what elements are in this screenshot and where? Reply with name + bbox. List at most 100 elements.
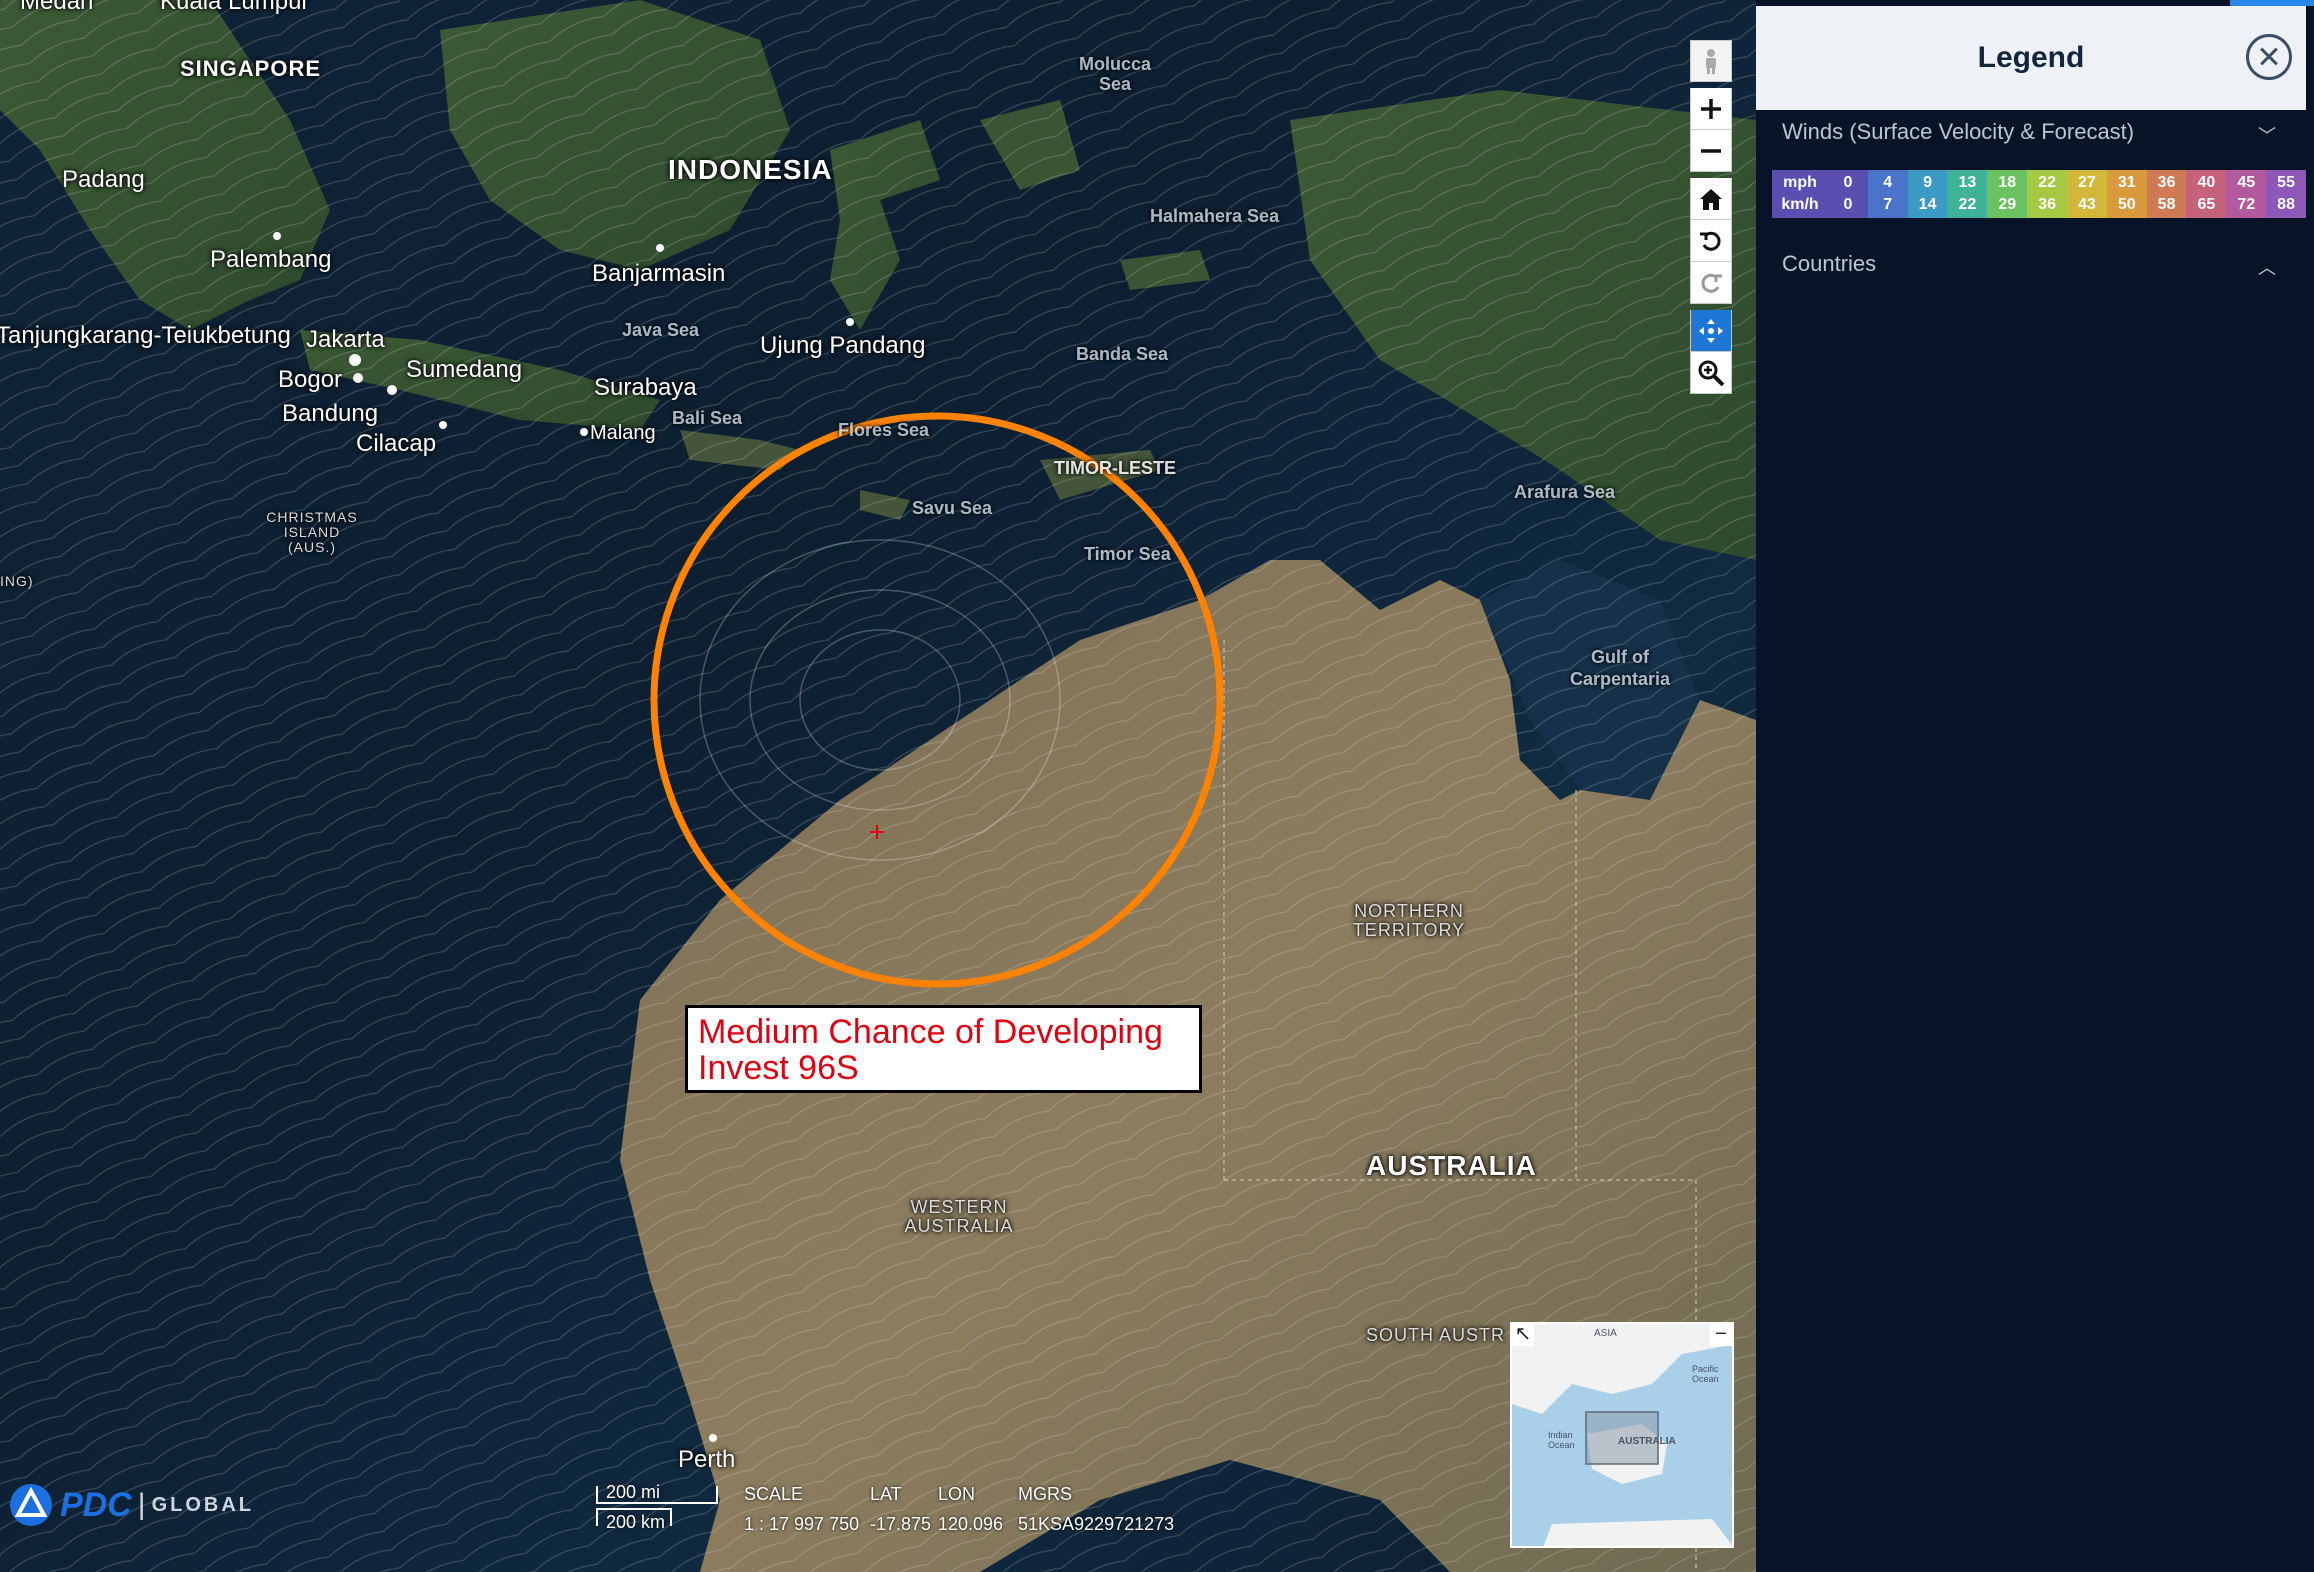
pdc-logo-icon	[10, 1484, 52, 1526]
wind-scale-step: 22 36	[2027, 170, 2067, 218]
minus-icon	[1701, 148, 1721, 153]
label-timor-sea: Timor Sea	[1084, 544, 1171, 564]
wind-scale-kmh-value: 7	[1883, 196, 1893, 213]
minimap-expand-button[interactable]: ↖	[1512, 1324, 1534, 1346]
plus-icon	[1701, 98, 1721, 119]
zoom-out-button[interactable]	[1690, 130, 1732, 172]
label-tanjungkarang: Tanjungkarang-Teiukbetung	[0, 322, 291, 349]
legend-section-winds[interactable]: Winds (Surface Velocity & Forecast) ﹀	[1756, 108, 2306, 156]
legend-title: Legend	[1977, 41, 2085, 74]
wind-scale-step: 47	[1867, 170, 1908, 218]
rotate-left-button[interactable]	[1690, 220, 1732, 262]
label-bali-sea: Bali Sea	[672, 408, 743, 428]
label-perth: Perth	[678, 1446, 736, 1473]
app-window: Medan Kuala Lumpur SINGAPORE Padang Pale…	[0, 0, 2314, 1572]
wind-scale-kmh-value: 36	[2038, 196, 2056, 213]
wind-scale-kmh-value: 50	[2117, 196, 2136, 213]
minimap-collapse-button[interactable]: −	[1710, 1324, 1732, 1346]
minimap-label-australia: AUSTRALIA	[1618, 1436, 1676, 1447]
street-view-button[interactable]	[1690, 40, 1732, 82]
wind-scale-mph-value: 9	[1923, 174, 1933, 191]
wind-scale-step: 55 88	[2266, 170, 2306, 218]
pan-button[interactable]	[1690, 310, 1732, 352]
label-arafura-sea: Arafura Sea	[1514, 482, 1616, 502]
chevron-down-icon: ﹀	[2258, 126, 2276, 146]
label-ujung-pandang: Ujung Pandang	[760, 332, 926, 359]
wind-scale-kmh-value: 14	[1918, 196, 1937, 213]
wind-scale-kmh-value: 72	[2237, 196, 2256, 213]
label-banda-sea: Banda Sea	[1076, 344, 1169, 364]
wind-scale-step: 9 14	[1907, 170, 1948, 218]
label-malang: Malang	[590, 422, 656, 444]
legend-section-winds-title: Winds (Surface Velocity & Forecast)	[1782, 119, 2135, 144]
wind-scale-kmh-value: 0	[1843, 196, 1853, 213]
wind-scale-step: 31 50	[2106, 170, 2147, 218]
scale-miles-label: 200 mi	[606, 1482, 661, 1502]
label-sumedang: Sumedang	[406, 356, 523, 383]
wind-scale-mph-value: 22	[2038, 174, 2056, 191]
lat-value: -17.875	[870, 1514, 932, 1534]
label-surabaya: Surabaya	[594, 374, 697, 401]
label-halmahera-sea: Halmahera Sea	[1150, 206, 1280, 226]
rotate-right-icon	[1701, 273, 1722, 293]
label-christmas-island: CHRISTMAS ISLAND (AUS.)	[266, 509, 358, 555]
map-toolbar	[1690, 40, 1732, 394]
label-cilacap: Cilacap	[356, 430, 437, 457]
wind-scale-kmh-label: km/h	[1781, 196, 1819, 213]
pan-arrows-icon	[1699, 318, 1723, 343]
label-gulf-of-carpentaria: Gulf of Carpentaria	[1569, 647, 1671, 689]
label-padang: Padang	[62, 166, 145, 193]
pdc-logo: PDC | GLOBAL	[8, 1482, 254, 1528]
wind-scale-kmh-value: 88	[2277, 196, 2295, 213]
label-medan: Medan	[20, 0, 94, 15]
map-view[interactable]: Medan Kuala Lumpur SINGAPORE Padang Pale…	[0, 0, 1756, 1572]
home-icon	[1700, 188, 1722, 210]
minimap-label-pacific: Pacific Ocean	[1692, 1364, 1719, 1384]
annotation-line-2: Invest 96S	[698, 1049, 859, 1087]
zoom-in-button[interactable]	[1690, 88, 1732, 130]
wind-scale-mph-value: 31	[2117, 174, 2136, 191]
label-singapore: SINGAPORE	[180, 56, 322, 81]
wind-scale-step: 00	[1828, 170, 1868, 218]
label-timor-leste: TIMOR-LESTE	[1054, 458, 1176, 478]
minimap-label-indian: Indian Ocean	[1548, 1430, 1575, 1450]
label-western-australia: WESTERN AUSTRALIA	[904, 1197, 1014, 1236]
wind-scale-units: mph km/h	[1772, 170, 1828, 218]
wind-scale-step: 13 22	[1947, 170, 1988, 218]
wind-scale-kmh-value: 58	[2157, 196, 2176, 213]
scale-km-label: 200 km	[606, 1512, 666, 1532]
chevron-up-icon: ︿	[2258, 258, 2276, 278]
annotation-line-1: Medium Chance of Developing	[698, 1013, 1163, 1051]
label-northern-territory: NORTHERN TERRITORY	[1352, 901, 1466, 940]
wind-scale-step: 27 43	[2066, 170, 2107, 218]
wind-scale-mph-value: 4	[1883, 174, 1893, 191]
lat-label: LAT	[870, 1484, 902, 1504]
overview-minimap[interactable]: ASIA Pacific Ocean Indian Ocean AUSTRALI…	[1510, 1322, 1734, 1548]
wind-scale-kmh-value: 43	[2078, 196, 2096, 213]
legend-header: Legend	[1756, 6, 2306, 110]
wind-scale-mph-label: mph	[1783, 174, 1817, 191]
wind-scale-step: 45 72	[2226, 170, 2267, 218]
rotate-right-button[interactable]	[1690, 262, 1732, 304]
logo-brand: PDC	[60, 1485, 132, 1524]
minimap-label-asia: ASIA	[1594, 1328, 1617, 1339]
zoom-box-icon	[1698, 360, 1725, 386]
label-banjarmasin: Banjarmasin	[592, 260, 726, 287]
label-kuala-lumpur: Kuala Lumpur	[160, 0, 310, 15]
label-molucca-sea: Molucca Sea	[1078, 54, 1152, 94]
logo-suffix: GLOBAL	[151, 1493, 255, 1516]
close-circle-icon[interactable]	[2246, 34, 2292, 80]
wind-scale-mph-value: 36	[2157, 174, 2176, 191]
wind-scale-step: 18 29	[1987, 170, 2028, 218]
legend-section-countries[interactable]: Countries ︿	[1756, 240, 2306, 288]
zoom-box-button[interactable]	[1690, 352, 1732, 394]
wind-scale-mph-value: 13	[1958, 174, 1977, 191]
wind-scale-kmh-value: 29	[1998, 196, 2017, 213]
label-jakarta: Jakarta	[306, 326, 385, 353]
wind-scale-mph-value: 18	[1998, 174, 2017, 191]
wind-scale-step: 36 58	[2146, 170, 2187, 218]
label-south-australia: SOUTH AUSTR	[1366, 1325, 1506, 1345]
wind-scale-kmh-value: 22	[1958, 196, 1977, 213]
label-flores-sea: Flores Sea	[838, 420, 930, 440]
home-button[interactable]	[1690, 178, 1732, 220]
